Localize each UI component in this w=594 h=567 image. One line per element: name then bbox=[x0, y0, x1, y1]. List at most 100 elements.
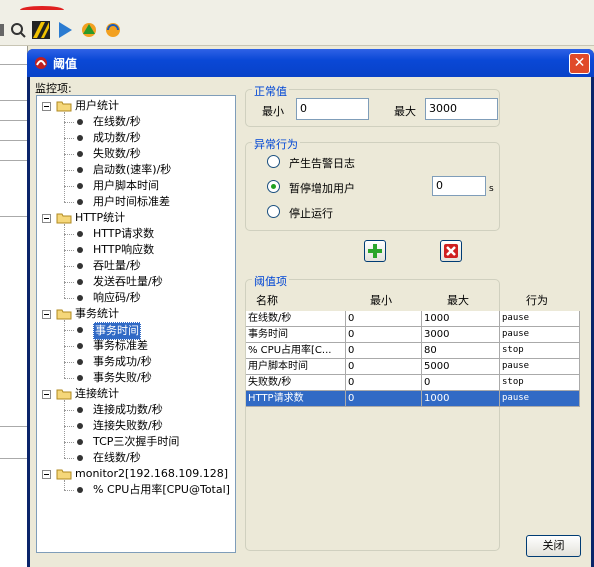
find-icon[interactable] bbox=[8, 20, 28, 40]
radio-alert-log[interactable] bbox=[267, 155, 280, 168]
delete-threshold-button[interactable] bbox=[440, 240, 462, 262]
red-annotation-mark bbox=[20, 6, 64, 14]
tree-item-label: HTTP请求数 bbox=[93, 227, 155, 240]
tree-group-label: 事务统计 bbox=[75, 307, 119, 320]
table-cell: HTTP请求数 bbox=[246, 391, 346, 407]
tree-label: 监控项: bbox=[35, 82, 72, 95]
tree-item-label: 用户时间标准差 bbox=[93, 195, 170, 208]
tree-item-label: 吞吐量/秒 bbox=[93, 259, 141, 272]
collapse-toggle-icon[interactable] bbox=[42, 310, 51, 319]
column-header[interactable]: 名称 bbox=[256, 293, 278, 309]
table-cell: stop bbox=[500, 375, 580, 391]
max-value-field[interactable]: 3000 bbox=[425, 98, 498, 120]
tree-item-label: 在线数/秒 bbox=[93, 451, 141, 464]
column-header[interactable]: 行为 bbox=[526, 293, 548, 309]
tree-item-label: 事务标准差 bbox=[93, 339, 148, 352]
tree-item-label: HTTP响应数 bbox=[93, 243, 155, 256]
table-cell: 0 bbox=[346, 359, 422, 375]
background-toolbar bbox=[0, 0, 594, 46]
delete-icon bbox=[444, 244, 458, 258]
bullet-icon bbox=[77, 263, 83, 269]
tree-item-label: % CPU占用率[CPU@Total] bbox=[93, 483, 230, 496]
refresh-scenario-icon[interactable] bbox=[103, 20, 123, 40]
collapse-toggle-icon[interactable] bbox=[42, 214, 51, 223]
radio-pause-users[interactable] bbox=[267, 180, 280, 193]
dialog-title: 阈值 bbox=[53, 57, 78, 71]
radio-stop[interactable] bbox=[267, 205, 280, 218]
tree-item-label: 失败数/秒 bbox=[93, 147, 141, 160]
option-alert-log: 产生告警日志 bbox=[289, 157, 355, 170]
normal-value-label: 正常值 bbox=[252, 83, 289, 99]
app-logo-icon bbox=[33, 55, 49, 71]
folder-icon bbox=[56, 468, 72, 480]
bullet-icon bbox=[77, 247, 83, 253]
min-value-field[interactable]: 0 bbox=[296, 98, 369, 120]
bullet-icon bbox=[77, 119, 83, 125]
bullet-icon bbox=[77, 151, 83, 157]
monitor-tree[interactable]: 用户统计 在线数/秒 成功数/秒 失败数/秒 启动数(速率)/秒 用户脚本时间 用户时间标准… bbox=[36, 95, 236, 553]
table-cell: 3000 bbox=[422, 327, 500, 343]
column-header[interactable]: 最大 bbox=[447, 293, 469, 309]
table-cell: 0 bbox=[346, 311, 422, 327]
table-cell: 在线数/秒 bbox=[246, 311, 346, 327]
normal-value-group: 正常值 最小 0 最大 3000 bbox=[245, 83, 500, 127]
table-cell: 0 bbox=[346, 391, 422, 407]
collapse-toggle-icon[interactable] bbox=[42, 102, 51, 111]
table-row[interactable]: 事务时间 0 3000 pause bbox=[246, 327, 580, 343]
tree-item-label: 事务失败/秒 bbox=[93, 371, 152, 384]
bullet-icon bbox=[77, 439, 83, 445]
run-scenario-icon[interactable] bbox=[79, 20, 99, 40]
bullet-icon bbox=[77, 279, 83, 285]
abnormal-behavior-label: 异常行为 bbox=[252, 136, 300, 152]
tree-item-label: 事务成功/秒 bbox=[93, 355, 152, 368]
table-cell: 0 bbox=[346, 327, 422, 343]
bullet-icon bbox=[77, 407, 83, 413]
close-icon[interactable]: ✕ bbox=[569, 53, 590, 74]
folder-icon bbox=[56, 100, 72, 112]
tree-group-label: monitor2[192.168.109.128] bbox=[75, 467, 229, 480]
table-cell: 80 bbox=[422, 343, 500, 359]
tree-item-label: 用户脚本时间 bbox=[93, 179, 159, 192]
table-cell: stop bbox=[500, 343, 580, 359]
table-cell: 0 bbox=[422, 375, 500, 391]
table-row[interactable]: 失败数/秒 0 0 stop bbox=[246, 375, 580, 391]
tree-item-label: 连接失败数/秒 bbox=[93, 419, 163, 432]
bullet-icon bbox=[77, 231, 83, 237]
collapse-toggle-icon[interactable] bbox=[42, 390, 51, 399]
bullet-icon bbox=[77, 327, 83, 333]
min-label: 最小 bbox=[262, 105, 284, 118]
play-icon[interactable] bbox=[55, 20, 75, 40]
pause-seconds-field[interactable]: 0 bbox=[432, 176, 486, 196]
table-cell: pause bbox=[500, 391, 580, 407]
table-row[interactable]: HTTP请求数 0 1000 pause bbox=[246, 391, 580, 407]
table-cell: pause bbox=[500, 359, 580, 375]
table-cell: 1000 bbox=[422, 311, 500, 327]
bullet-icon bbox=[77, 183, 83, 189]
table-cell: 1000 bbox=[422, 391, 500, 407]
pause-unit: s bbox=[489, 184, 494, 194]
column-header[interactable]: 最小 bbox=[370, 293, 392, 309]
tree-item-label: 响应码/秒 bbox=[93, 291, 141, 304]
table-row[interactable]: 用户脚本时间 0 5000 pause bbox=[246, 359, 580, 375]
tree-item-label: 启动数(速率)/秒 bbox=[93, 163, 172, 176]
table-row[interactable]: % CPU占用率[C... 0 80 stop bbox=[246, 343, 580, 359]
collapse-toggle-icon[interactable] bbox=[42, 470, 51, 479]
bullet-icon bbox=[77, 135, 83, 141]
close-button[interactable]: 关闭 bbox=[526, 535, 581, 557]
add-icon bbox=[368, 244, 382, 258]
table-cell: 用户脚本时间 bbox=[246, 359, 346, 375]
bullet-icon bbox=[77, 423, 83, 429]
title-bar[interactable]: 阈值 ✕ bbox=[27, 49, 594, 77]
background-left-panel bbox=[0, 46, 28, 567]
tree-group-label: 连接统计 bbox=[75, 387, 119, 400]
bullet-icon bbox=[77, 455, 83, 461]
table-cell: 0 bbox=[346, 375, 422, 391]
table-cell: 事务时间 bbox=[246, 327, 346, 343]
stop-hazard-icon[interactable] bbox=[31, 20, 51, 40]
table-row[interactable]: 在线数/秒 0 1000 pause bbox=[246, 311, 580, 327]
tree-item-label: 在线数/秒 bbox=[93, 115, 141, 128]
table-cell: pause bbox=[500, 311, 580, 327]
add-threshold-button[interactable] bbox=[364, 240, 386, 262]
tree-item-label: 成功数/秒 bbox=[93, 131, 141, 144]
table-cell: pause bbox=[500, 327, 580, 343]
